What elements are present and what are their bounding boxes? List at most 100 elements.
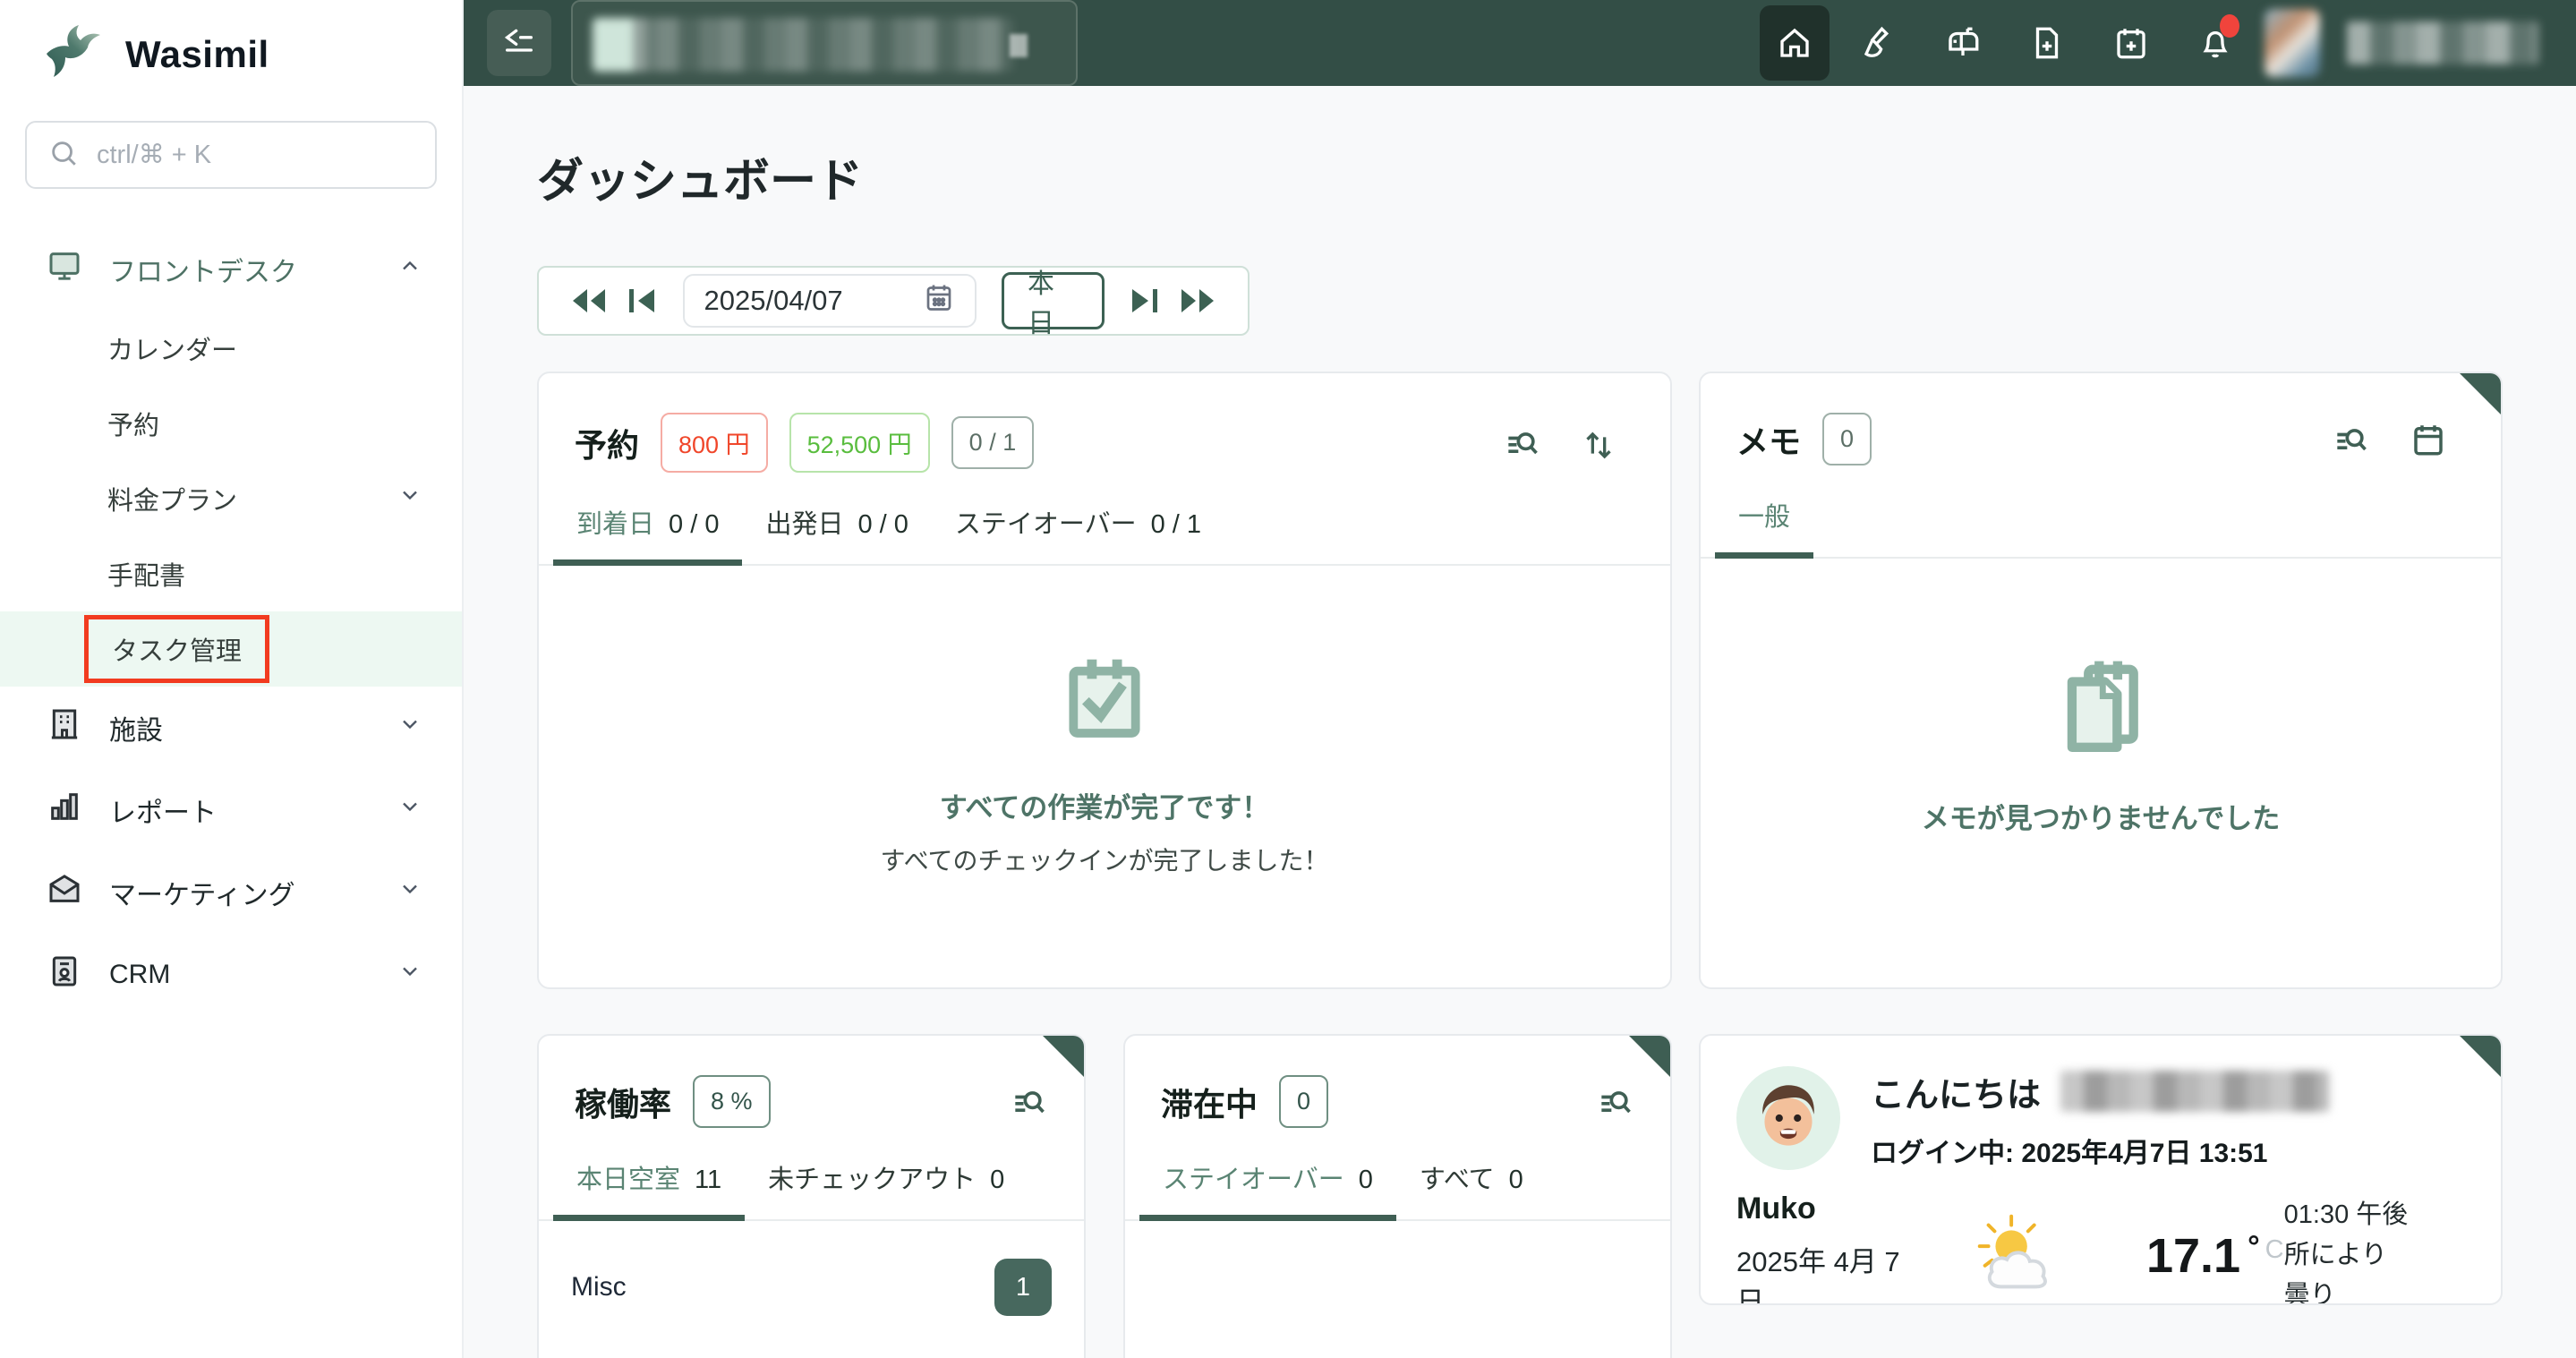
degree-symbol: ° <box>2248 1229 2260 1264</box>
tab-count: 0 / 0 <box>857 510 908 539</box>
search-list-icon[interactable] <box>1502 423 1541 463</box>
tab-stayovers[interactable]: ステイオーバー 0 / 1 <box>932 503 1224 564</box>
tab-label: ステイオーバー <box>954 510 1137 539</box>
sidebar-item-reservations[interactable]: 予約 <box>0 386 462 461</box>
bottom-card-pair: 稼働率 8 % 本日空室 11 未チェックアウト 0 Misc 1 滞在中 0 … <box>537 1034 1672 1358</box>
user-memoji-avatar <box>1736 1066 1840 1170</box>
property-selector[interactable] <box>571 0 1078 86</box>
sort-icon[interactable] <box>1581 423 1616 463</box>
mailbox-button[interactable] <box>1928 5 1998 81</box>
property-name-redacted <box>593 18 1013 72</box>
search-list-icon[interactable] <box>1009 1082 1048 1122</box>
occupancy-tabs: 本日空室 11 未チェックアウト 0 <box>539 1158 1084 1221</box>
unpaid-amount-badge: 800 円 <box>661 413 768 473</box>
staying-tabs: ステイオーバー 0 すべて 0 <box>1125 1158 1670 1221</box>
bird-logo-icon <box>41 23 104 85</box>
sidebar-nav: フロントデスク カレンダー 予約 料金プラン 手配書 タスク管理 施設 レポート… <box>0 228 462 1016</box>
sidebar-item-label: マーケティング <box>109 881 295 910</box>
search-list-icon[interactable] <box>1595 1082 1634 1122</box>
sidebar-item-label: レポート <box>109 799 217 828</box>
sidebar-item-front-desk[interactable]: フロントデスク <box>0 228 462 311</box>
chevron-down-icon <box>397 794 422 826</box>
sidebar-item-crm[interactable]: CRM <box>0 934 462 1016</box>
card-title: メモ <box>1736 423 1802 460</box>
card-title: 滞在中 <box>1161 1085 1258 1123</box>
tab-departures[interactable]: 出発日 0 / 0 <box>742 503 931 564</box>
collapse-sidebar-button[interactable] <box>487 10 551 76</box>
card-corner-fold <box>1041 1036 1084 1079</box>
housekeeping-button[interactable] <box>1844 5 1914 81</box>
jump-backward-button[interactable] <box>562 274 616 328</box>
room-type-label: Misc <box>571 1272 627 1302</box>
today-button[interactable]: 本日 <box>1002 269 1105 338</box>
sidebar-item-task-management[interactable]: タスク管理 <box>0 611 462 687</box>
date-field[interactable]: 2025/04/07 <box>682 274 977 328</box>
today-button-label: 本日 <box>1028 269 1055 338</box>
new-document-button[interactable] <box>2012 5 2082 81</box>
jump-forward-button[interactable] <box>1171 274 1224 328</box>
user-name-redacted <box>2060 1071 2330 1112</box>
tab-label: 本日空室 <box>576 1166 681 1194</box>
weather-sun-cloud-icon <box>1966 1209 2071 1302</box>
sidebar-item-label: カレンダー <box>107 337 238 365</box>
sidebar-item-marketing[interactable]: マーケティング <box>0 851 462 934</box>
card-title: 稼働率 <box>575 1085 672 1123</box>
tab-vacant-today[interactable]: 本日空室 11 <box>553 1158 746 1221</box>
app-name: Wasimil <box>125 32 269 75</box>
search-icon <box>48 138 79 173</box>
tab-general[interactable]: 一般 <box>1715 496 1814 559</box>
tab-all[interactable]: すべて 0 <box>1396 1158 1547 1219</box>
sidebar-item-arrangements[interactable]: 手配書 <box>0 536 462 611</box>
staying-count-badge: 0 <box>1279 1075 1329 1128</box>
collapse-sidebar-icon <box>501 23 537 64</box>
sidebar-item-reports[interactable]: レポート <box>0 769 462 851</box>
user-avatar[interactable] <box>2265 9 2320 77</box>
envelope-open-icon <box>47 871 82 914</box>
next-day-button[interactable] <box>1117 274 1171 328</box>
tab-label: ステイオーバー <box>1163 1166 1344 1194</box>
sidebar-item-label: 手配書 <box>107 562 186 591</box>
sidebar-item-calendar[interactable]: カレンダー <box>0 311 462 386</box>
room-type-row[interactable]: Misc 1 <box>539 1251 1084 1323</box>
tab-count: 0 <box>990 1166 1005 1194</box>
weather-details: 01:30 午後 所により 曇り <box>2284 1195 2461 1303</box>
staying-card: 滞在中 0 ステイオーバー 0 すべて 0 <box>1123 1034 1672 1358</box>
empty-state-title: すべての作業が完了です！ <box>939 792 1270 824</box>
annotation-highlight-box: タスク管理 <box>84 615 270 683</box>
sidebar-item-label: フロントデスク <box>109 258 297 287</box>
sidebar-item-label: 予約 <box>107 412 160 440</box>
sidebar-item-facilities[interactable]: 施設 <box>0 687 462 769</box>
user-name-redacted[interactable] <box>2347 21 2538 64</box>
tab-label: 未チェックアウト <box>768 1166 977 1194</box>
current-date: 2025年 4月 7日 <box>1736 1246 1900 1305</box>
new-event-button[interactable] <box>2096 5 2166 81</box>
previous-day-button[interactable] <box>616 274 670 328</box>
documents-icon <box>2051 657 2150 760</box>
sidebar-search[interactable] <box>25 121 437 189</box>
reservations-empty-state: すべての作業が完了です！ すべてのチェックインが完了しました！ <box>539 652 1670 877</box>
sidebar-item-rate-plans[interactable]: 料金プラン <box>0 461 462 536</box>
tab-stayover[interactable]: ステイオーバー 0 <box>1139 1158 1396 1221</box>
temperature-value: 17.1 <box>2145 1228 2241 1283</box>
search-list-icon[interactable] <box>2331 420 2370 459</box>
sidebar: Wasimil フロントデスク カレンダー 予約 <box>0 0 464 1358</box>
calendar-icon[interactable] <box>2410 420 2447 459</box>
home-button[interactable] <box>1760 5 1830 81</box>
empty-state-title: メモが見つかりませんでした <box>1921 803 2281 834</box>
tab-count: 11 <box>695 1166 722 1194</box>
login-timestamp: ログイン中: 2025年4月7日 13:51 <box>1871 1138 2268 1168</box>
sidebar-item-label: 料金プラン <box>107 487 238 516</box>
tab-not-checked-out[interactable]: 未チェックアウト 0 <box>745 1158 1028 1219</box>
monitor-icon <box>47 248 82 291</box>
top-bar <box>464 0 2576 86</box>
bar-chart-icon <box>47 789 82 832</box>
greeting-text: こんにちは <box>1871 1076 2042 1115</box>
tab-label: 到着日 <box>576 510 655 539</box>
notification-badge <box>2220 14 2239 38</box>
page-title: ダッシュボード <box>537 156 864 208</box>
property-selector-caret <box>1010 34 1028 57</box>
notifications-button[interactable] <box>2180 5 2250 81</box>
calendar-icon <box>923 281 955 320</box>
search-input[interactable] <box>97 140 414 170</box>
tab-arrivals[interactable]: 到着日 0 / 0 <box>553 503 743 566</box>
